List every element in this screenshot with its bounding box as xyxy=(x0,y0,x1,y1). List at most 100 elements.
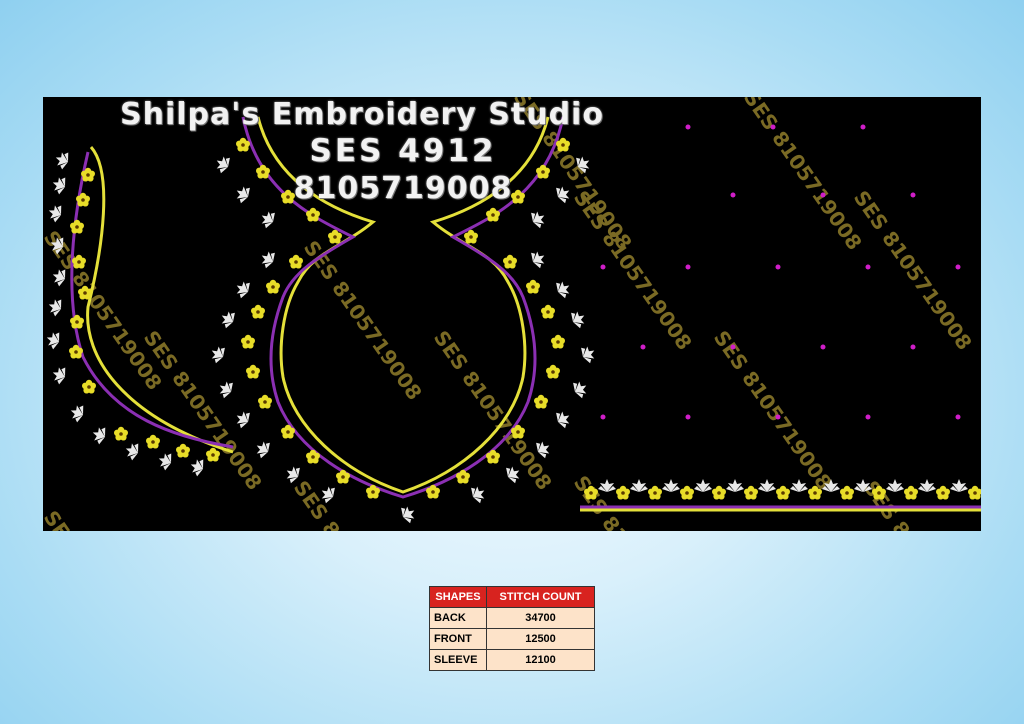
leaf-motif xyxy=(528,207,549,230)
leaf-motif xyxy=(155,450,175,472)
sequin-dot xyxy=(860,124,866,130)
design-code: SES 4912 xyxy=(309,133,497,169)
stitch-count: 12100 xyxy=(486,649,595,671)
flower-motif xyxy=(936,485,950,500)
table-row: FRONT 12500 xyxy=(429,628,595,650)
leaf-motif xyxy=(207,342,228,365)
watermark-text: SES 8105719008 xyxy=(429,326,557,494)
leaf-motif xyxy=(630,479,648,492)
sequin-dot xyxy=(770,124,776,130)
flower-motif xyxy=(840,485,854,500)
shape-name: BACK xyxy=(429,607,487,629)
sequin-dot xyxy=(910,344,916,350)
leaf-motif xyxy=(257,207,278,230)
sequin-dot xyxy=(910,192,916,198)
leaf-motif xyxy=(662,479,680,492)
stitch-count: 12500 xyxy=(486,628,595,650)
sequin-dot xyxy=(865,264,871,270)
leaf-motif xyxy=(43,329,63,351)
flower-motif xyxy=(146,434,160,449)
table-row: BACK 34700 xyxy=(429,607,595,629)
phone-number: 8105719008 xyxy=(293,171,513,206)
flower-motif xyxy=(541,304,555,319)
watermark-text: SES 8105719008 xyxy=(289,476,417,531)
flower-motif xyxy=(712,485,726,500)
flower-motif xyxy=(289,254,303,269)
leaf-motif xyxy=(217,307,238,330)
sequin-dot xyxy=(775,264,781,270)
flower-motif xyxy=(246,364,260,379)
table-row: SLEEVE 12100 xyxy=(429,649,595,671)
flower-motif xyxy=(82,379,96,394)
flower-motif xyxy=(680,485,694,500)
leaf-motif xyxy=(790,479,808,492)
stitch-count: 34700 xyxy=(486,607,595,629)
sequin-dot xyxy=(730,344,736,350)
watermark-text: SES 8105719008 xyxy=(43,506,167,531)
leaf-motif xyxy=(758,479,776,492)
sequin-dot xyxy=(955,264,961,270)
leaf-motif xyxy=(528,247,549,270)
leaf-motif xyxy=(232,277,253,300)
flower-motif xyxy=(551,334,565,349)
sequin-dot xyxy=(600,264,606,270)
sequin-dot xyxy=(775,414,781,420)
leaf-motif xyxy=(257,247,278,270)
leaf-motif xyxy=(553,277,574,300)
flower-motif xyxy=(486,449,500,464)
leaf-motif xyxy=(232,407,253,430)
sequin-dot xyxy=(955,414,961,420)
leaf-motif xyxy=(122,440,142,462)
header-stitch-count: STITCH COUNT xyxy=(486,586,595,608)
sequin-dot xyxy=(820,344,826,350)
flower-motif xyxy=(744,485,758,500)
flower-motif xyxy=(616,485,630,500)
header-shapes: SHAPES xyxy=(429,586,487,608)
leaf-motif xyxy=(553,407,574,430)
embroidery-design-panel: SES 8105719008 SES 8105719008 SES 81057190… xyxy=(43,97,981,531)
leaf-motif xyxy=(468,482,489,505)
leaf-motif xyxy=(252,437,273,460)
flower-motif xyxy=(486,207,500,222)
leaf-motif xyxy=(49,364,69,386)
flower-motif xyxy=(534,394,548,409)
flower-motif xyxy=(266,279,280,294)
sequin-dot xyxy=(685,264,691,270)
sequin-dot xyxy=(865,414,871,420)
flower-motif xyxy=(258,394,272,409)
flower-motif xyxy=(70,314,84,329)
leaf-motif xyxy=(570,377,591,400)
flower-motif xyxy=(176,443,190,458)
stitch-count-table: SHAPES STITCH COUNT BACK 34700 FRONT 125… xyxy=(429,586,595,671)
leaf-motif xyxy=(45,296,65,318)
watermark-text: SES 8105719008 xyxy=(849,186,977,354)
flower-motif xyxy=(70,219,84,234)
sequin-dot xyxy=(600,414,606,420)
flower-motif xyxy=(306,207,320,222)
leaf-motif xyxy=(726,479,744,492)
flower-motif xyxy=(776,485,790,500)
flower-motif xyxy=(336,469,350,484)
flower-motif xyxy=(306,449,320,464)
leaf-motif xyxy=(578,342,599,365)
flower-motif xyxy=(546,364,560,379)
leaf-motif xyxy=(918,479,936,492)
leaf-motif xyxy=(694,479,712,492)
flower-motif xyxy=(456,469,470,484)
shape-name: FRONT xyxy=(429,628,487,650)
flower-motif xyxy=(904,485,918,500)
flower-motif xyxy=(251,304,265,319)
sequin-dot xyxy=(640,344,646,350)
flower-motif xyxy=(114,426,128,441)
sequin-dot xyxy=(820,192,826,198)
flower-motif xyxy=(241,334,255,349)
leaf-motif xyxy=(187,456,207,478)
sequin-dot xyxy=(685,414,691,420)
flower-motif xyxy=(968,485,981,500)
leaf-motif xyxy=(398,502,419,525)
leaf-motif xyxy=(215,377,236,400)
leaf-motif xyxy=(89,424,109,446)
flower-motif xyxy=(526,279,540,294)
watermark-text: SES 8105719008 xyxy=(709,326,837,494)
watermark-text: SES 8105719008 xyxy=(299,236,427,404)
